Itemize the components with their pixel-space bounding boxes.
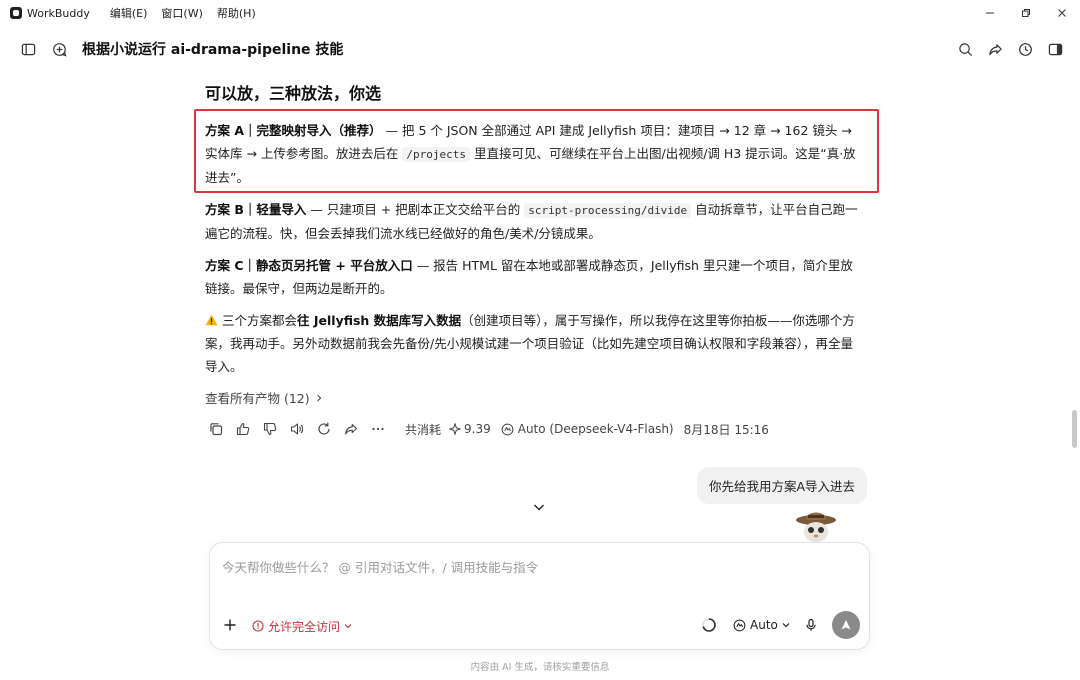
clock-icon (1018, 42, 1032, 56)
add-attachment-button[interactable] (223, 617, 239, 633)
view-artifacts-link[interactable]: 查看所有产物 (12) (205, 388, 323, 407)
message-actions: 共消耗 9.39 Auto (Deepseek-V4-Flash) 8月18日 … (208, 419, 769, 439)
model-icon (733, 619, 746, 631)
voice-input-button[interactable] (804, 617, 820, 633)
like-button[interactable] (235, 421, 251, 437)
dislike-button[interactable] (262, 421, 278, 437)
alert-circle-icon (252, 620, 264, 632)
copy-icon (210, 423, 223, 436)
menu-window[interactable]: 窗口(W) (161, 5, 202, 21)
share-icon (345, 423, 358, 435)
search-icon (958, 42, 972, 56)
option-b-code: script-processing/divide (524, 203, 692, 218)
toggle-sidebar-button[interactable] (17, 38, 39, 60)
app-name: WorkBuddy (27, 6, 90, 20)
speaker-icon (290, 423, 304, 435)
highlight-box (194, 109, 879, 193)
read-aloud-button[interactable] (289, 421, 305, 437)
share-button[interactable] (984, 38, 1006, 60)
page-title: 根据小说运行 ai-drama-pipeline 技能 (82, 42, 344, 58)
close-window-button[interactable] (1044, 0, 1080, 26)
copy-button[interactable] (208, 421, 224, 437)
loading-spinner-icon (702, 618, 716, 632)
regenerate-button[interactable] (316, 421, 332, 437)
mascot-avatar (796, 512, 836, 542)
option-b-paragraph: 方案 B｜轻量导入 — 只建项目 + 把剧本正文交给平台的 script-pro… (205, 198, 860, 245)
option-c-label: 方案 C｜静态页另托管 + 平台放入口 (205, 258, 413, 273)
option-c-paragraph: 方案 C｜静态页另托管 + 平台放入口 — 报告 HTML 留在本地或部署成静态… (205, 254, 860, 300)
user-message-bubble: 你先给我用方案A导入进去 (696, 467, 867, 504)
chevron-down-icon (534, 504, 544, 511)
menu-edit[interactable]: 编辑(E) (110, 5, 148, 21)
scroll-down-button[interactable] (532, 499, 548, 515)
message-timestamp: 8月18日 15:16 (683, 422, 769, 437)
message-heading: 可以放，三种放法，你选 (205, 84, 382, 103)
send-button[interactable] (832, 611, 860, 639)
chat-input[interactable] (222, 557, 822, 577)
cost-value: 9.39 (464, 422, 491, 436)
warning-bold: 往 Jellyfish 数据库写入数据 (297, 313, 462, 328)
restore-button[interactable] (1008, 0, 1044, 26)
search-button[interactable] (954, 38, 976, 60)
thumbs-down-icon (263, 422, 277, 436)
ai-disclaimer: 内容由 AI 生成，请核实重要信息 (470, 662, 610, 673)
ellipsis-icon (372, 427, 384, 431)
share-icon (988, 43, 1002, 55)
plus-icon (224, 619, 236, 631)
refresh-icon (318, 422, 330, 435)
warning-icon (205, 314, 218, 326)
model-name: Auto (Deepseek-V4-Flash) (517, 422, 674, 436)
chevron-right-icon (316, 394, 321, 401)
side-panel-button[interactable] (1044, 38, 1066, 60)
view-artifacts-label: 查看所有产物 (12) (205, 391, 310, 406)
minimize-button[interactable] (972, 0, 1008, 26)
full-access-label: 允许完全访问 (268, 619, 341, 634)
option-b-text: — 只建项目 + 把剧本正文交给平台的 (306, 202, 525, 217)
cost-label: 共消耗 (405, 422, 442, 437)
model-selector[interactable]: Auto (733, 616, 790, 634)
app-logo-icon (10, 7, 22, 19)
new-chat-button[interactable] (48, 38, 70, 60)
model-selector-label: Auto (750, 618, 778, 632)
menu-help[interactable]: 帮助(H) (217, 5, 256, 21)
thumbs-up-icon (236, 422, 250, 436)
restore-icon (1022, 9, 1030, 17)
chevron-down-icon (782, 623, 790, 628)
send-arrow-icon (841, 620, 851, 630)
title-bar: WorkBuddy 编辑(E) 窗口(W) 帮助(H) (0, 0, 1080, 26)
scrollbar-thumb[interactable] (1072, 410, 1077, 448)
share-message-button[interactable] (343, 421, 359, 437)
panel-icon (1048, 43, 1062, 55)
close-icon (1058, 9, 1066, 17)
microphone-icon (806, 618, 816, 631)
warning-paragraph: 三个方案都会往 Jellyfish 数据库写入数据（创建项目等），属于写操作，所… (205, 309, 860, 378)
option-b-label: 方案 B｜轻量导入 (205, 202, 307, 217)
user-message-text: 你先给我用方案A导入进去 (708, 479, 855, 494)
history-button[interactable] (1014, 38, 1036, 60)
conversation-header: 根据小说运行 ai-drama-pipeline 技能 (0, 26, 1080, 72)
minimize-icon (986, 12, 994, 14)
model-icon (501, 423, 514, 435)
chevron-down-icon (344, 624, 352, 629)
sidebar-icon (21, 43, 35, 55)
full-access-toggle[interactable]: 允许完全访问 (252, 617, 352, 635)
chat-input-card: 允许完全访问 Auto (209, 542, 870, 650)
window-controls (972, 0, 1080, 26)
warning-text: 三个方案都会 (222, 313, 298, 328)
sparkle-icon (449, 423, 462, 435)
new-chat-icon (52, 42, 67, 57)
more-button[interactable] (370, 421, 386, 437)
